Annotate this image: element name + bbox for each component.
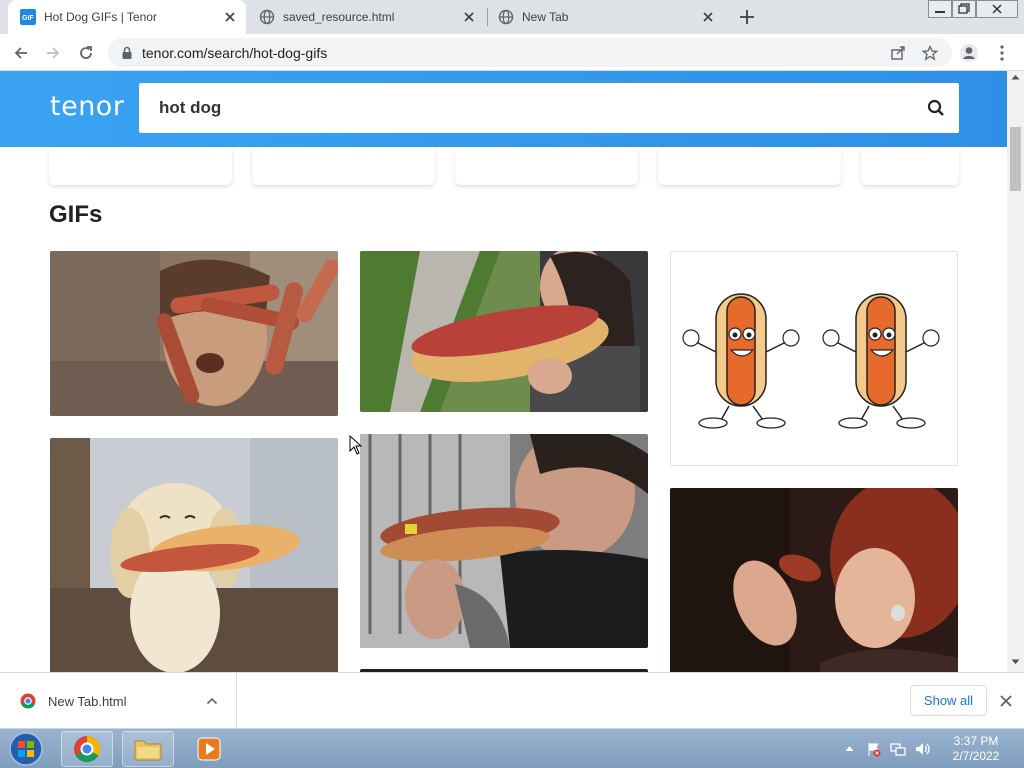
mouse-cursor-icon [349, 435, 363, 455]
reload-button[interactable] [74, 41, 98, 65]
related-search-chip[interactable] [455, 147, 638, 185]
scroll-down-arrow-icon[interactable] [1011, 659, 1020, 665]
volume-icon[interactable] [914, 741, 932, 757]
search-box [139, 83, 959, 133]
page-viewport: tenor GIFs [0, 71, 1007, 672]
lock-icon [122, 46, 132, 59]
tab-strip: GIF Hot Dog GIFs | Tenor saved_resource.… [0, 0, 1024, 34]
close-download-bar-icon[interactable] [998, 693, 1014, 709]
menu-button[interactable] [990, 41, 1014, 65]
scroll-up-arrow-icon[interactable] [1011, 74, 1020, 80]
kebab-menu-icon [1000, 45, 1004, 61]
gif-thumbnail-image [360, 251, 648, 412]
svg-text:GIF: GIF [22, 15, 34, 22]
gif-dancing-hot-dogs-cartoon[interactable] [670, 251, 958, 466]
system-clock[interactable]: 3:37 PM 2/7/2022 [944, 734, 1008, 764]
search-icon[interactable] [927, 99, 945, 117]
new-tab-icon[interactable] [737, 7, 757, 27]
gif-thumbnail-image [682, 293, 940, 429]
gif-woman-eating-giant-hot-dog[interactable] [360, 251, 648, 412]
gif-woman-eating-hot-dog[interactable] [670, 488, 958, 672]
page-scrollbar[interactable] [1007, 71, 1024, 672]
close-tab-icon[interactable] [700, 9, 716, 25]
chrome-file-icon [20, 693, 36, 709]
taskbar-media-player[interactable] [183, 731, 235, 767]
search-input[interactable] [159, 83, 899, 133]
scrollbar-thumb[interactable] [1010, 127, 1021, 191]
windows-taskbar: 3:37 PM 2/7/2022 [0, 728, 1024, 768]
download-file-name: New Tab.html [48, 693, 127, 709]
related-search-chip[interactable] [658, 147, 841, 185]
related-search-chip[interactable] [252, 147, 435, 185]
share-button[interactable] [886, 41, 910, 65]
gif-dog-holding-hot-dog[interactable] [50, 438, 338, 672]
forward-button[interactable] [41, 41, 65, 65]
tab-title: Hot Dog GIFs | Tenor [44, 10, 157, 24]
clock-time: 3:37 PM [953, 734, 999, 748]
folder-icon [134, 740, 162, 761]
gif-thumbnail-image [360, 434, 648, 648]
taskbar-chrome[interactable] [61, 731, 113, 767]
chevron-up-icon[interactable] [206, 695, 218, 707]
browser-toolbar: tenor.com/search/hot-dog-gifs [0, 34, 1024, 71]
close-tab-icon[interactable] [222, 9, 238, 25]
bookmark-button[interactable] [918, 41, 942, 65]
gif-man-eating-hot-dog[interactable] [360, 434, 648, 648]
globe-icon [498, 9, 514, 25]
reload-icon [80, 46, 92, 59]
profile-button[interactable] [957, 41, 981, 65]
close-tab-icon[interactable] [461, 9, 477, 25]
chrome-icon [74, 735, 101, 763]
related-search-chip[interactable] [861, 147, 959, 185]
gif-thumbnail-image [670, 488, 958, 672]
tenor-header: tenor [0, 71, 1007, 147]
gif-woman-hot-dogs-on-face[interactable] [50, 251, 338, 416]
tenor-favicon-icon: GIF [20, 9, 36, 25]
media-player-icon [197, 737, 221, 761]
minimize-button[interactable] [928, 0, 952, 18]
tab-tenor[interactable]: GIF Hot Dog GIFs | Tenor [8, 0, 246, 34]
tenor-logo[interactable]: tenor [50, 91, 124, 122]
tab-title: New Tab [522, 10, 569, 24]
taskbar-file-explorer[interactable] [122, 731, 174, 767]
gif-thumbnail-image [50, 438, 338, 672]
address-bar[interactable]: tenor.com/search/hot-dog-gifs [108, 38, 952, 67]
back-arrow-icon [14, 47, 27, 59]
forward-arrow-icon [47, 47, 60, 59]
clock-date: 2/7/2022 [952, 749, 1000, 763]
show-all-button[interactable]: Show all [910, 685, 987, 716]
network-icon[interactable] [890, 741, 906, 757]
tab-new-tab[interactable]: New Tab [486, 0, 724, 34]
download-item[interactable]: New Tab.html [0, 673, 237, 729]
gif-thumbnail-image [50, 251, 338, 416]
download-bar: New Tab.html Show all [0, 672, 1024, 729]
back-button[interactable] [9, 41, 33, 65]
star-icon [922, 45, 938, 61]
windows-start-button-icon[interactable] [6, 731, 46, 767]
minimize-icon [935, 11, 945, 13]
action-center-flag-icon[interactable] [866, 741, 882, 757]
related-search-chip[interactable] [49, 147, 232, 185]
close-icon [992, 4, 1002, 14]
profile-avatar-icon [960, 44, 978, 62]
tab-saved-resource[interactable]: saved_resource.html [247, 0, 485, 34]
restore-button[interactable] [952, 0, 976, 18]
tab-title: saved_resource.html [283, 10, 395, 24]
globe-icon [259, 9, 275, 25]
url-text: tenor.com/search/hot-dog-gifs [142, 44, 328, 61]
share-icon [891, 46, 905, 60]
restore-icon [958, 3, 970, 14]
section-heading: GIFs [49, 201, 103, 228]
close-window-button[interactable] [976, 0, 1018, 18]
show-hidden-icons-icon[interactable] [845, 745, 854, 752]
